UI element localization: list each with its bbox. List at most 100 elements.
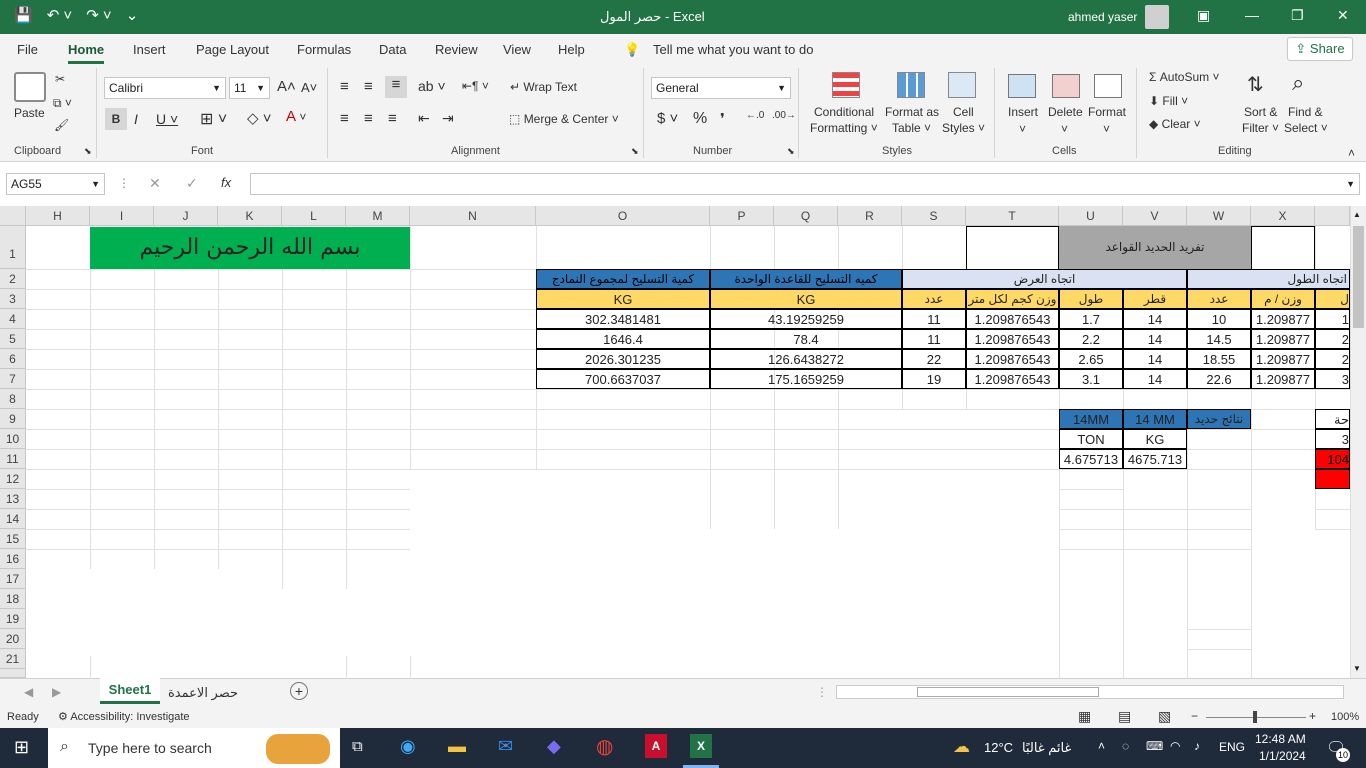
- row-header[interactable]: 14: [0, 509, 26, 529]
- vertical-scrollbar[interactable]: ▲ ▼: [1350, 206, 1366, 678]
- copilot-icon[interactable]: ◆: [547, 736, 561, 757]
- scroll-up-icon[interactable]: ▲: [1353, 210, 1361, 219]
- header-length-direction[interactable]: اتجاه الطول: [1187, 269, 1350, 289]
- wrap-text-button[interactable]: ↵ Wrap Text: [510, 80, 577, 94]
- column-header[interactable]: T: [966, 206, 1059, 226]
- column-header[interactable]: [1315, 206, 1350, 226]
- currency-icon[interactable]: $ ˅: [657, 110, 678, 127]
- file-explorer-icon[interactable]: ▬: [448, 736, 466, 757]
- font-size-select[interactable]: 11 ▼: [229, 77, 270, 99]
- clipboard-icon[interactable]: [14, 72, 46, 102]
- chrome-icon[interactable]: ◍: [596, 734, 613, 759]
- row-header[interactable]: 2: [0, 269, 26, 289]
- save-icon[interactable]: 💾: [14, 6, 33, 24]
- table-cell[interactable]: 2: [1315, 329, 1350, 349]
- subheader-weight-per-m[interactable]: وزن / م: [1251, 289, 1315, 309]
- row-header[interactable]: 8: [0, 389, 26, 409]
- column-header[interactable]: V: [1123, 206, 1187, 226]
- row-header[interactable]: 11: [0, 449, 26, 469]
- clock-date[interactable]: 1/1/2024: [1259, 749, 1306, 763]
- bold-button[interactable]: B: [105, 108, 127, 130]
- dialog-launcher-icon[interactable]: ⬊: [787, 146, 795, 157]
- row-header[interactable]: [0, 669, 26, 678]
- delete-cells-button[interactable]: Delete: [1048, 105, 1083, 119]
- comma-style-icon[interactable]: ❜: [720, 110, 725, 128]
- row-header[interactable]: 18: [0, 589, 26, 609]
- result-title[interactable]: نتائج حديد: [1187, 409, 1251, 429]
- accessibility-status[interactable]: ⚙ Accessibility: Investigate: [58, 710, 190, 723]
- table-cell[interactable]: 19: [902, 369, 966, 389]
- next-sheet-icon[interactable]: ▶: [52, 685, 61, 699]
- table-cell[interactable]: 1.209876543: [966, 349, 1059, 369]
- tab-home[interactable]: Home: [68, 42, 105, 64]
- table-cell[interactable]: 1.7: [1059, 309, 1123, 329]
- font-color-icon[interactable]: A ˅: [286, 108, 306, 125]
- zoom-out-icon[interactable]: −: [1191, 709, 1198, 723]
- cut-icon[interactable]: ✂: [55, 72, 65, 86]
- paste-button[interactable]: Paste: [14, 106, 45, 120]
- insert-cells-button[interactable]: Insert: [1008, 105, 1038, 119]
- row-header[interactable]: 19: [0, 609, 26, 629]
- table-cell[interactable]: 14: [1123, 329, 1187, 349]
- cancel-icon[interactable]: ✕: [149, 175, 161, 192]
- cell[interactable]: [966, 226, 1059, 269]
- orientation-icon[interactable]: ab ˅: [418, 78, 446, 94]
- formula-input[interactable]: ▼: [250, 173, 1360, 195]
- language-indicator[interactable]: ENG: [1219, 740, 1245, 754]
- tab-help[interactable]: Help: [558, 42, 585, 57]
- user-name[interactable]: ahmed yaser: [1068, 10, 1137, 24]
- table-cell[interactable]: 2.2: [1059, 329, 1123, 349]
- undo-icon[interactable]: ↶ ˅: [47, 6, 73, 24]
- table-cell[interactable]: 3: [1315, 369, 1350, 389]
- percent-icon[interactable]: %: [693, 110, 707, 128]
- table-cell[interactable]: 302.3481481: [536, 309, 710, 329]
- increase-decimal-icon[interactable]: ←.0: [746, 110, 764, 121]
- row-header[interactable]: 21: [0, 649, 26, 669]
- table-cell[interactable]: 43.19259259: [710, 309, 902, 329]
- result-header-14mm[interactable]: 14 MM: [1123, 409, 1187, 429]
- tab-review[interactable]: Review: [435, 42, 478, 57]
- subheader-partial[interactable]: ل: [1315, 289, 1350, 309]
- table-cell[interactable]: 22: [902, 349, 966, 369]
- row-header[interactable]: 9: [0, 409, 26, 429]
- ribbon-display-icon[interactable]: ▣: [1197, 7, 1210, 24]
- autosum-button[interactable]: Σ AutoSum ˅: [1149, 70, 1219, 84]
- taskbar-search[interactable]: ⌕ Type here to search: [48, 728, 340, 768]
- column-header[interactable]: J: [154, 206, 218, 226]
- column-header[interactable]: W: [1187, 206, 1251, 226]
- page-break-view-icon[interactable]: ▧: [1158, 708, 1171, 725]
- tab-data[interactable]: Data: [379, 42, 406, 57]
- sort-filter-icon[interactable]: ⇅: [1247, 72, 1264, 97]
- partial-cell[interactable]: 104: [1315, 449, 1350, 469]
- row-header[interactable]: 5: [0, 329, 26, 349]
- increase-indent-icon[interactable]: ⇥: [442, 110, 454, 127]
- row-header[interactable]: 1: [0, 226, 26, 269]
- excel-icon[interactable]: X: [690, 734, 712, 758]
- clock-time[interactable]: 12:48 AM: [1255, 732, 1306, 746]
- mail-icon[interactable]: ✉: [498, 736, 513, 757]
- name-box[interactable]: AG55 ▼: [6, 173, 105, 195]
- temperature[interactable]: 12°C: [984, 740, 1013, 755]
- table-cell[interactable]: 1.209877: [1251, 349, 1315, 369]
- subheader-count[interactable]: عدد: [1187, 289, 1251, 309]
- find-select-button[interactable]: Find &: [1288, 105, 1323, 119]
- conditional-formatting-icon[interactable]: [832, 72, 860, 98]
- rtl-direction-icon[interactable]: ⇤¶ ˅: [462, 79, 489, 93]
- select-all-corner[interactable]: [0, 206, 26, 226]
- row-header[interactable]: 13: [0, 489, 26, 509]
- share-button[interactable]: ⇪ Share: [1287, 37, 1353, 61]
- row-header[interactable]: 4: [0, 309, 26, 329]
- partial-cell[interactable]: 3: [1315, 429, 1350, 449]
- column-header[interactable]: K: [218, 206, 282, 226]
- clear-button[interactable]: ◆ Clear ˅: [1149, 117, 1201, 131]
- zoom-slider-thumb[interactable]: [1253, 711, 1257, 723]
- row-header[interactable]: 7: [0, 369, 26, 389]
- table-cell[interactable]: 1646.4: [536, 329, 710, 349]
- format-cells-icon[interactable]: [1094, 74, 1122, 98]
- unit-header[interactable]: KG: [536, 289, 710, 309]
- table-cell[interactable]: 2026.301235: [536, 349, 710, 369]
- tab-page-layout[interactable]: Page Layout: [196, 42, 269, 57]
- table-cell[interactable]: 14: [1123, 369, 1187, 389]
- table-cell[interactable]: 1.209876543: [966, 369, 1059, 389]
- basmala-title[interactable]: بسم الله الرحمن الرحيم: [90, 227, 410, 269]
